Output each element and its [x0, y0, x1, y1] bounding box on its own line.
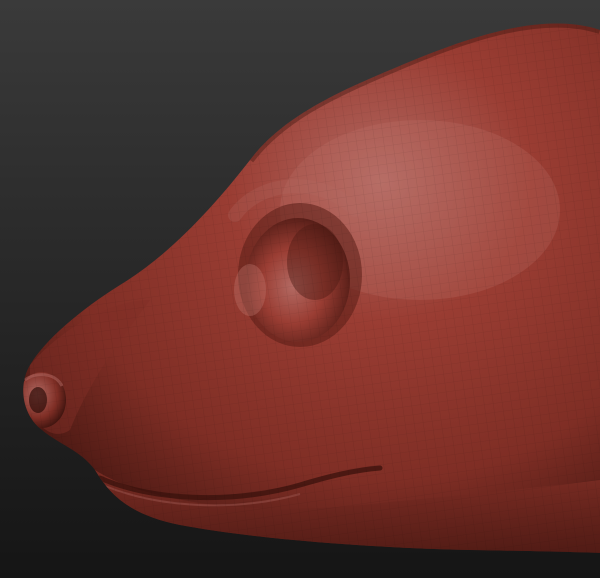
sculpt-render — [0, 0, 600, 578]
sculpt-viewport[interactable] — [0, 0, 600, 578]
